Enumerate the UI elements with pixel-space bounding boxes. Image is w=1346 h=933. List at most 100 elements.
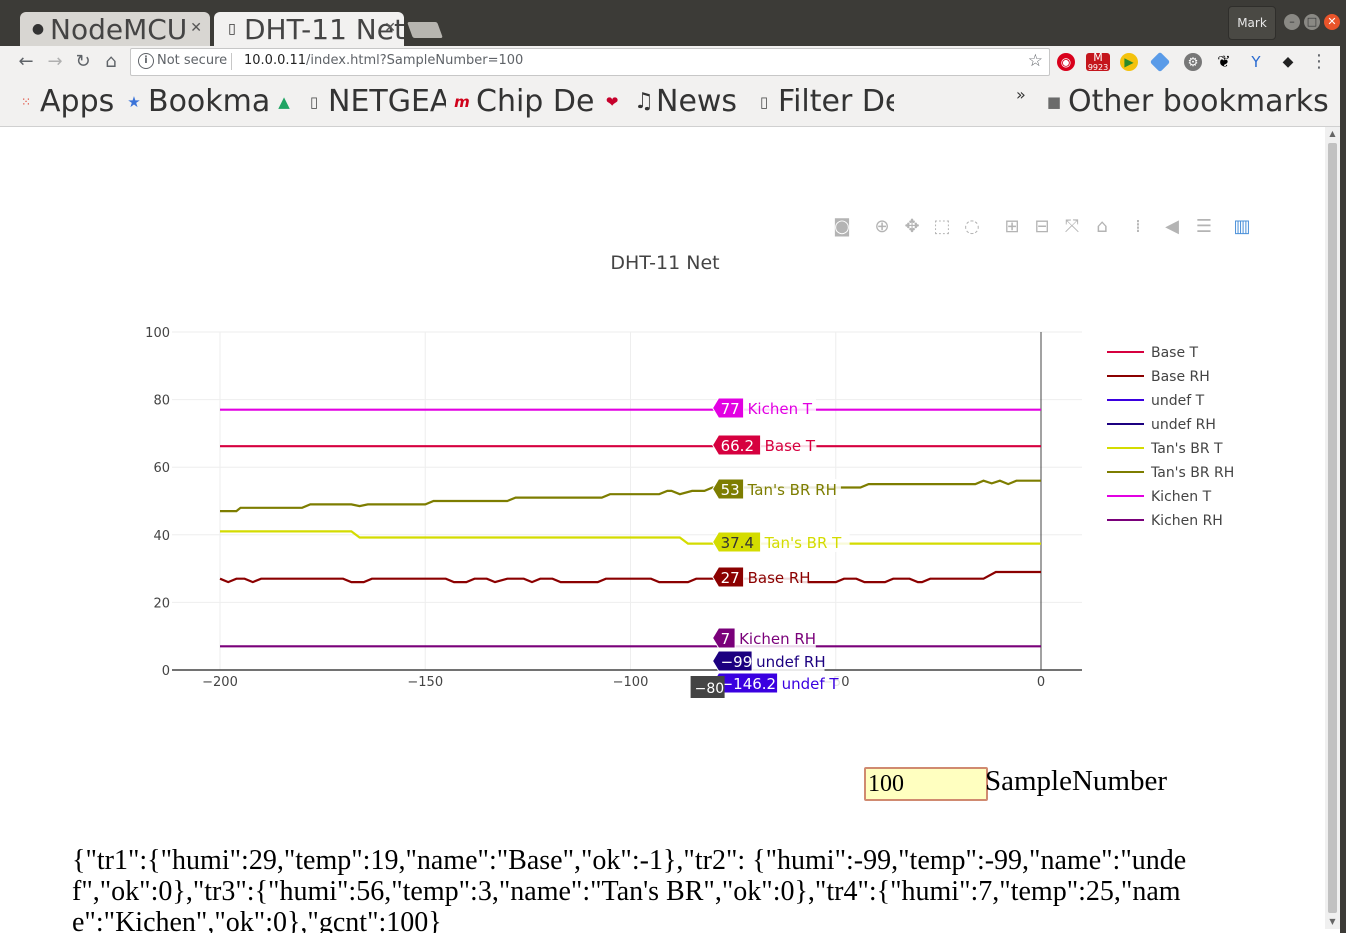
legend-item[interactable]: Base RH <box>1151 369 1210 385</box>
legend-item[interactable]: undef RH <box>1151 417 1216 433</box>
y-tick-label: 40 <box>153 529 170 544</box>
google-drive-icon: ▲ <box>278 92 290 111</box>
apps-grid-icon: ⁙ <box>20 94 32 109</box>
bookmark-chip-design[interactable]: mChip Design <box>454 84 594 120</box>
bookmark-filter-design[interactable]: ▯Filter Design <box>756 84 894 120</box>
y-tick-label: 100 <box>145 326 170 341</box>
sample-number-label: SampleNumber <box>985 765 1168 797</box>
hover-name-label: Tan's BR T <box>764 534 843 552</box>
back-arrow-icon[interactable]: ← <box>14 50 38 74</box>
star-icon: ★ <box>127 92 141 111</box>
url-text[interactable]: 10.0.0.11/index.html?SampleNumber=100 <box>244 53 523 68</box>
security-label: Not secure <box>157 53 228 68</box>
bookmark-star-icon[interactable]: ☆ <box>1028 51 1043 71</box>
close-icon[interactable]: ✕ <box>190 20 202 36</box>
vpn-icon[interactable]: Y <box>1247 53 1265 71</box>
window-frame <box>1340 46 1346 933</box>
ninja-icon[interactable]: ◆ <box>1279 53 1297 71</box>
y-tick-label: 60 <box>153 461 170 476</box>
y-tick-label: 20 <box>153 596 170 611</box>
maximize-icon[interactable]: □ <box>1304 14 1320 30</box>
chart: DHT-11 Net−200−150−100−500020406080100Ba… <box>145 252 1234 698</box>
page-icon: ▯ <box>759 92 769 111</box>
bookmark-netgear[interactable]: ▯NETGEAR <box>306 84 446 120</box>
bookmark-other-bookmarks[interactable]: ■ Other bookmarks <box>1046 84 1336 120</box>
hover-name-label: Tan's BR RH <box>747 481 837 499</box>
tab-title: NodeMCU <box>50 13 188 46</box>
hover-value-label: 27 <box>721 569 740 587</box>
hover-name-label: undef RH <box>756 653 826 671</box>
bookmark-news[interactable]: ♫News <box>634 84 746 120</box>
hover-value-label: 66.2 <box>721 437 754 455</box>
hover-name-label: undef T <box>782 675 840 693</box>
page-icon: ▯ <box>228 21 236 37</box>
forward-arrow-icon[interactable]: → <box>43 50 67 74</box>
legend-item[interactable]: Kichen T <box>1151 489 1212 505</box>
close-window-icon[interactable]: ✕ <box>1324 14 1340 30</box>
legend-item[interactable]: Base T <box>1151 345 1199 361</box>
chipdesign-icon: m <box>454 92 470 111</box>
hover-name-label: Kichen RH <box>739 630 816 648</box>
gmail-icon[interactable]: M 9923 <box>1086 52 1110 72</box>
tab-dht11[interactable]: ▯ DHT-11 Net ✕ <box>214 12 404 46</box>
tab-nodemcu[interactable]: ● NodeMCU ✕ <box>20 12 210 46</box>
json-output: {"tr1":{"humi":29,"temp":19,"name":"Base… <box>72 845 1187 933</box>
close-icon[interactable]: ✕ <box>384 20 396 36</box>
hover-value-label: −146.2 <box>721 675 777 693</box>
bookmarks-bar: ⁙Apps ★Bookmarks ▲ ▯NETGEAR mChip Design… <box>0 78 1346 127</box>
settings-gear-icon[interactable]: ⚙ <box>1184 53 1202 71</box>
scroll-up-icon[interactable]: ▲ <box>1325 127 1340 141</box>
legend-item[interactable]: Tan's BR T <box>1150 441 1223 457</box>
url-host: 10.0.0.11 <box>244 53 307 68</box>
reload-icon[interactable]: ↻ <box>71 50 95 74</box>
hover-value-label: 77 <box>721 400 740 418</box>
tab-title: DHT-11 Net <box>244 13 404 46</box>
x-hover-label: −80 <box>695 681 725 697</box>
address-bar[interactable]: i Not secure 10.0.0.11/index.html?Sample… <box>130 48 1050 76</box>
divider <box>231 53 232 70</box>
play-icon[interactable]: ▶ <box>1120 53 1138 71</box>
music-note-icon: ♫ <box>634 89 654 114</box>
folder-icon: ■ <box>1046 92 1062 111</box>
browser-toolbar: ← → ↻ ⌂ i Not secure 10.0.0.11/index.htm… <box>0 46 1346 78</box>
scroll-thumb[interactable] <box>1328 143 1337 913</box>
bookmark-bookmarks[interactable]: ★Bookmarks <box>126 84 272 120</box>
x-tick-label: −200 <box>202 675 238 690</box>
hover-value-label: −99 <box>721 653 753 671</box>
github-icon: ● <box>31 21 45 37</box>
sample-number-input[interactable]: 100 <box>864 767 988 801</box>
scrollbar[interactable]: ▲ ▼ <box>1325 127 1340 929</box>
menu-kebab-icon[interactable]: ⋮ <box>1310 53 1328 71</box>
hover-value-label: 53 <box>721 481 740 499</box>
bookmark-apps[interactable]: ⁙ Apps <box>18 84 122 120</box>
gmail-badge: 9923 <box>1087 63 1109 72</box>
profile-button[interactable]: Mark <box>1228 6 1276 40</box>
y-tick-label: 80 <box>153 394 170 409</box>
legend-item[interactable]: undef T <box>1151 393 1205 409</box>
info-icon[interactable]: i <box>138 53 154 69</box>
page-icon: ▯ <box>309 92 319 111</box>
evernote-icon[interactable]: ❦ <box>1215 53 1233 71</box>
x-tick-label: −150 <box>407 675 443 690</box>
browser-tab-strip: ● NodeMCU ✕ ▯ DHT-11 Net ✕ Mark – □ ✕ <box>0 0 1346 46</box>
x-tick-label: −100 <box>613 675 649 690</box>
new-tab-button[interactable] <box>407 22 443 38</box>
bookmark-iheart[interactable]: ❤ <box>604 84 626 120</box>
diamond-ext-icon[interactable] <box>1149 51 1171 73</box>
iheart-icon: ❤ <box>605 92 619 111</box>
y-tick-label: 0 <box>162 664 170 679</box>
bookmark-google-drive[interactable]: ▲ <box>276 84 298 120</box>
chart-title: DHT-11 Net <box>610 252 719 274</box>
adblock-icon[interactable]: ◉ <box>1057 53 1075 71</box>
minimize-icon[interactable]: – <box>1284 14 1300 30</box>
hover-name-label: Base RH <box>748 569 811 587</box>
url-path: /index.html?SampleNumber=100 <box>306 53 524 68</box>
x-tick-label: 0 <box>1037 675 1045 690</box>
scroll-down-icon[interactable]: ▼ <box>1325 915 1340 929</box>
page-content: ◙⊕✥⬚◌⊞⊟⤧⌂⁞◀☰▥ DHT-11 Net−200−150−100−500… <box>4 127 1325 933</box>
legend-item[interactable]: Kichen RH <box>1151 513 1223 529</box>
home-icon[interactable]: ⌂ <box>99 50 123 74</box>
hover-value-label: 37.4 <box>721 534 754 552</box>
legend-item[interactable]: Tan's BR RH <box>1150 465 1234 481</box>
bookmarks-overflow-button[interactable]: » <box>1016 84 1032 120</box>
